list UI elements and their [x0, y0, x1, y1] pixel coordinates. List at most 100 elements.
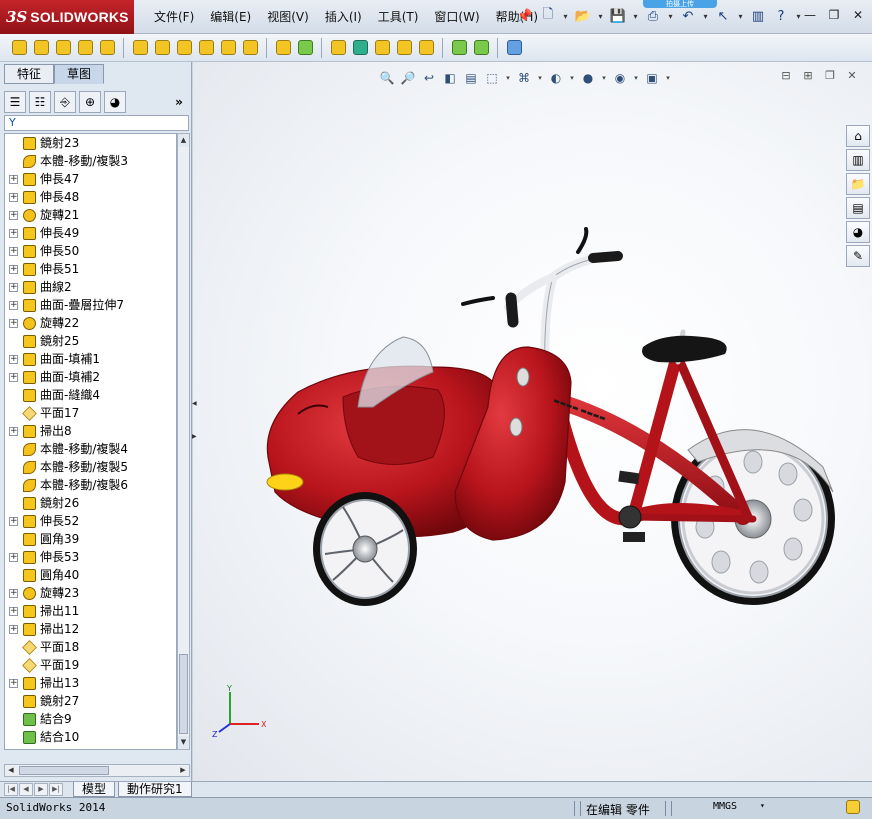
print-dropdown-icon[interactable]: ▾	[666, 6, 675, 26]
expand-plus-icon[interactable]: +	[9, 354, 18, 364]
tree-item[interactable]: + 伸長53	[5, 548, 176, 566]
tree-item[interactable]: + 伸長51	[5, 260, 176, 278]
tricycle-model[interactable]: ▬▬▬▬ ▬▬▬▬	[193, 62, 872, 781]
tab-next-icon[interactable]: ▶	[34, 783, 48, 796]
fillet-icon[interactable]	[274, 39, 292, 57]
expand-plus-icon[interactable]: +	[9, 300, 18, 310]
tab-sketch[interactable]: 草图	[54, 64, 105, 84]
expand-more-icon[interactable]: »	[168, 91, 190, 113]
tree-item[interactable]: 本體-移動/複製5	[5, 458, 176, 476]
wrap-icon[interactable]	[395, 39, 413, 57]
help-icon[interactable]: ?	[771, 6, 791, 26]
boundary-cut-icon[interactable]	[241, 39, 259, 57]
expand-plus-icon[interactable]: +	[9, 318, 18, 328]
tree-item[interactable]: + 旋轉22	[5, 314, 176, 332]
scroll-thumb[interactable]	[179, 654, 188, 734]
tree-item[interactable]: 結合9	[5, 710, 176, 728]
expand-plus-icon[interactable]: +	[9, 624, 18, 634]
panel-splitter[interactable]: ◀ ▶	[192, 400, 198, 440]
rebuild-icon[interactable]: ▥	[748, 6, 768, 26]
tree-item[interactable]: + 伸長49	[5, 224, 176, 242]
expand-plus-icon[interactable]: +	[9, 228, 18, 238]
hole-wizard-icon[interactable]	[153, 39, 171, 57]
tree-item[interactable]: + 伸長48	[5, 188, 176, 206]
tree-item[interactable]: 圓角40	[5, 566, 176, 584]
tree-item[interactable]: + 伸長52	[5, 512, 176, 530]
shell-icon[interactable]	[373, 39, 391, 57]
dimxpert-manager-icon[interactable]: ⊕	[79, 91, 101, 113]
hscroll-thumb[interactable]	[19, 766, 109, 775]
tree-item[interactable]: + 旋轉23	[5, 584, 176, 602]
tree-horizontal-scrollbar[interactable]: ◀ ▶	[4, 764, 190, 777]
expand-plus-icon[interactable]: +	[9, 264, 18, 274]
loft-boss-icon[interactable]	[76, 39, 94, 57]
feature-manager-icon[interactable]: ☰	[4, 91, 26, 113]
tree-item[interactable]: 鏡射26	[5, 494, 176, 512]
configuration-manager-icon[interactable]: ⎆	[54, 91, 76, 113]
expand-plus-icon[interactable]: +	[9, 192, 18, 202]
undo-icon[interactable]: ↶	[678, 6, 698, 26]
instant3d-icon[interactable]	[505, 39, 523, 57]
revolve-boss-icon[interactable]	[32, 39, 50, 57]
swept-cut-icon[interactable]	[197, 39, 215, 57]
print-icon[interactable]: ⎙	[643, 6, 663, 26]
save-dropdown-icon[interactable]: ▾	[631, 6, 640, 26]
extrude-boss-icon[interactable]	[10, 39, 28, 57]
graphics-area[interactable]: 🔍 🔎 ↩ ◧ ▤ ⬚ ▾ ⌘ ▾ ◐ ▾ ● ▾ ◉ ▾ ▣ ▾ ⊟ ⊞ ❐ …	[193, 62, 872, 781]
tooltip-icon[interactable]	[846, 800, 860, 814]
tree-item[interactable]: 平面19	[5, 656, 176, 674]
solidworks-logo[interactable]: 3S SOLIDWORKS	[0, 0, 134, 34]
property-manager-icon[interactable]: ☷	[29, 91, 51, 113]
tab-first-icon[interactable]: |◀	[4, 783, 18, 796]
undo-dropdown-icon[interactable]: ▾	[701, 6, 710, 26]
expand-plus-icon[interactable]: +	[9, 210, 18, 220]
tree-item[interactable]: 結合10	[5, 728, 176, 746]
menu-insert[interactable]: 插入(I)	[317, 6, 370, 28]
tab-motion-study[interactable]: 動作研究1	[118, 782, 192, 797]
display-manager-icon[interactable]: ◕	[104, 91, 126, 113]
expand-plus-icon[interactable]: +	[9, 246, 18, 256]
tree-item[interactable]: + 旋轉21	[5, 206, 176, 224]
scroll-up-icon[interactable]: ▲	[178, 134, 189, 147]
extrude-cut-icon[interactable]	[131, 39, 149, 57]
tree-item[interactable]: + 掃出11	[5, 602, 176, 620]
menu-edit[interactable]: 编辑(E)	[202, 6, 259, 28]
tree-item[interactable]: 平面17	[5, 404, 176, 422]
new-icon[interactable]: 🗋	[538, 6, 558, 26]
tree-vertical-scrollbar[interactable]: ▲ ▼	[177, 133, 190, 750]
lofted-cut-icon[interactable]	[219, 39, 237, 57]
close-button[interactable]: ✕	[850, 8, 866, 22]
tree-item[interactable]: 鏡射25	[5, 332, 176, 350]
tab-prev-icon[interactable]: ◀	[19, 783, 33, 796]
intersect-icon[interactable]	[417, 39, 435, 57]
tree-item[interactable]: 本體-移動/複製6	[5, 476, 176, 494]
restore-button[interactable]: ❐	[826, 8, 842, 22]
draft-icon[interactable]	[351, 39, 369, 57]
tab-features[interactable]: 特征	[4, 64, 55, 84]
unit-system-selector[interactable]: MMGS	[713, 801, 737, 812]
scroll-left-icon[interactable]: ◀	[5, 765, 17, 776]
tree-item[interactable]: + 掃出13	[5, 674, 176, 692]
expand-plus-icon[interactable]: +	[9, 282, 18, 292]
tree-item[interactable]: 平面18	[5, 638, 176, 656]
tree-item[interactable]: + 伸長47	[5, 170, 176, 188]
tree-item[interactable]: 鏡射27	[5, 692, 176, 710]
select-dropdown-icon[interactable]: ▾	[736, 6, 745, 26]
tree-item[interactable]: 本體-移動/複製3	[5, 152, 176, 170]
tree-item[interactable]: + 掃出12	[5, 620, 176, 638]
tree-item[interactable]: + 伸長50	[5, 242, 176, 260]
boundary-boss-icon[interactable]	[98, 39, 116, 57]
expand-plus-icon[interactable]: +	[9, 516, 18, 526]
tab-model[interactable]: 模型	[73, 782, 116, 797]
tree-item[interactable]: + 曲面-填補2	[5, 368, 176, 386]
minimize-button[interactable]: —	[802, 8, 818, 22]
units-dropdown-icon[interactable]: ▾	[760, 801, 765, 810]
tree-item[interactable]: 鏡射23	[5, 134, 176, 152]
expand-plus-icon[interactable]: +	[9, 426, 18, 436]
expand-plus-icon[interactable]: +	[9, 552, 18, 562]
reference-geometry-icon[interactable]	[450, 39, 468, 57]
tree-item[interactable]: 圓角39	[5, 530, 176, 548]
open-icon[interactable]: 📂	[573, 6, 593, 26]
linear-pattern-icon[interactable]	[296, 39, 314, 57]
tree-item[interactable]: 本體-移動/複製4	[5, 440, 176, 458]
